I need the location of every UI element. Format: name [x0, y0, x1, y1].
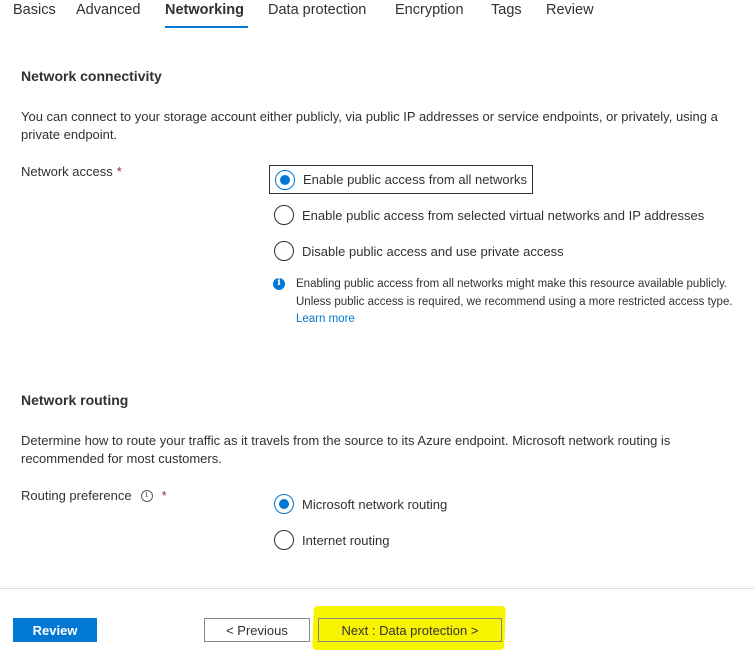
radio-public-selected-networks[interactable]: Enable public access from selected virtu…: [274, 205, 704, 225]
network-connectivity-heading: Network connectivity: [21, 68, 162, 84]
network-connectivity-description: You can connect to your storage account …: [21, 109, 718, 142]
radio-label: Enable public access from selected virtu…: [302, 207, 705, 223]
tab-review[interactable]: Review: [546, 0, 594, 28]
required-marker: *: [116, 164, 122, 179]
info-icon: i: [273, 278, 285, 290]
network-routing-heading: Network routing: [21, 392, 129, 408]
radio-disable-public-access[interactable]: Disable public access and use private ac…: [274, 241, 564, 261]
tab-tags[interactable]: Tags: [491, 0, 522, 28]
next-data-protection-button[interactable]: Next : Data protection >: [318, 618, 502, 642]
tab-data-protection[interactable]: Data protection: [268, 0, 366, 28]
radio-label: Internet routing: [302, 532, 390, 548]
network-access-label: Network access *: [21, 164, 122, 179]
previous-button[interactable]: < Previous: [204, 618, 310, 642]
radio-button[interactable]: [274, 530, 294, 550]
network-access-label-text: Network access: [21, 164, 113, 179]
routing-preference-label: Routing preference i *: [21, 488, 167, 503]
network-routing-description: Determine how to route your traffic as i…: [21, 433, 671, 466]
tab-advanced[interactable]: Advanced: [76, 0, 141, 28]
required-marker: *: [161, 488, 167, 503]
review-button[interactable]: Review: [13, 618, 97, 642]
tab-networking[interactable]: Networking: [165, 0, 248, 28]
radio-button[interactable]: [274, 205, 294, 225]
info-text: Enabling public access from all networks…: [296, 276, 748, 329]
radio-button-checked[interactable]: [275, 169, 295, 190]
public-access-info: i Enabling public access from all networ…: [273, 276, 748, 329]
tab-encryption[interactable]: Encryption: [395, 0, 464, 28]
footer-divider: [0, 588, 754, 589]
radio-button[interactable]: [274, 241, 294, 261]
info-circle-icon[interactable]: i: [140, 489, 153, 502]
radio-label: Enable public access from all networks: [303, 172, 527, 187]
tab-basics[interactable]: Basics: [13, 0, 56, 28]
routing-preference-label-text: Routing preference: [21, 488, 132, 503]
radio-label: Microsoft network routing: [302, 496, 448, 512]
radio-button-checked[interactable]: [274, 494, 294, 514]
radio-microsoft-routing[interactable]: Microsoft network routing: [274, 494, 447, 514]
radio-internet-routing[interactable]: Internet routing: [274, 530, 389, 550]
learn-more-link[interactable]: Learn more: [296, 313, 355, 325]
radio-public-all-networks[interactable]: Enable public access from all networks: [269, 165, 533, 194]
info-message: Enabling public access from all networks…: [296, 278, 733, 308]
radio-label: Disable public access and use private ac…: [302, 243, 564, 259]
networking-page: Basics Advanced Networking Data protecti…: [0, 0, 754, 654]
